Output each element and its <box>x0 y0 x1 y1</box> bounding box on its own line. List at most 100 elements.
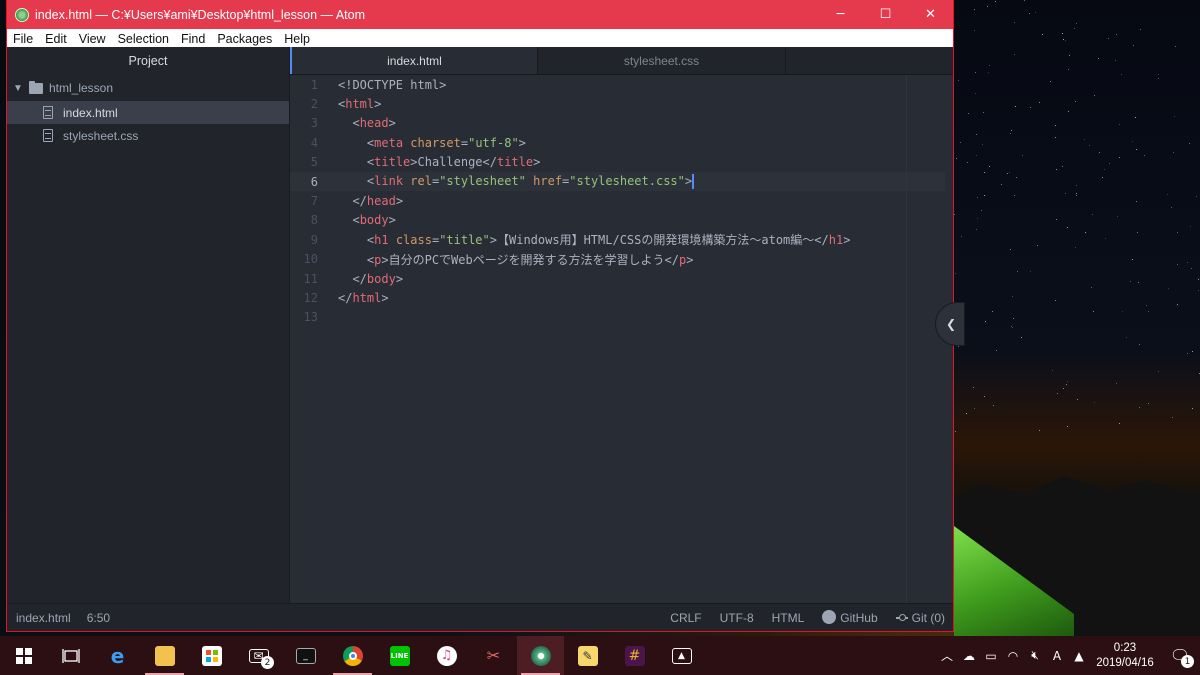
task-view-button[interactable] <box>47 636 94 675</box>
code-line[interactable]: 8 <body> <box>290 211 953 230</box>
taskbar-snipping-tool[interactable]: ✂ <box>470 636 517 675</box>
code-line[interactable]: 1 <!DOCTYPE html> <box>290 75 953 94</box>
line-text: <!DOCTYPE html> <box>338 77 447 92</box>
taskbar-mail[interactable]: ✉ 2 <box>235 636 282 675</box>
taskbar-terminal[interactable]: _ <box>282 636 329 675</box>
notification-badge: 1 <box>1181 655 1194 668</box>
tree-file-stylesheet-css[interactable]: stylesheet.css <box>7 124 289 147</box>
taskbar-photos[interactable]: ▲ <box>658 636 705 675</box>
pencil-notepad-icon: ✎ <box>577 645 598 666</box>
line-number: 10 <box>303 252 318 267</box>
taskbar-edge[interactable]: e <box>94 636 141 675</box>
code-editor[interactable]: 1 <!DOCTYPE html> 2 <html> 3 <head> 4 <meta c… <box>290 75 953 603</box>
line-number: 7 <box>310 194 318 209</box>
menu-edit[interactable]: Edit <box>39 32 73 46</box>
status-github[interactable]: GitHub <box>822 610 878 625</box>
code-line[interactable]: 4 <meta charset="utf-8"> <box>290 133 953 152</box>
wrap-guide <box>906 75 907 603</box>
taskbar: e ✉ 2 _ LINE ♫ ✂ ✎ # ▲ ︿ ☁ ▭ ◠ 🔇︎ A ▲ 0:2… <box>0 636 1200 675</box>
terminal-icon: _ <box>295 647 316 664</box>
tree-file-index-html[interactable]: index.html <box>7 101 289 124</box>
task-view-icon <box>61 648 80 663</box>
status-bar: index.html 6:50 CRLF UTF-8 HTML GitHub G… <box>7 603 953 631</box>
code-line[interactable]: 2 <html> <box>290 94 953 113</box>
menu-packages[interactable]: Packages <box>211 32 278 46</box>
volume-muted-icon[interactable]: 🔇︎ <box>1024 648 1046 663</box>
atom-icon <box>15 7 29 22</box>
desktop-wallpaper <box>954 0 1200 636</box>
maximize-button[interactable]: ☐ <box>863 0 908 29</box>
taskbar-file-explorer[interactable] <box>141 636 188 675</box>
code-line[interactable]: 13 <box>290 308 953 327</box>
windows-icon <box>15 647 32 664</box>
chevron-up-icon[interactable]: ︿ <box>936 647 958 664</box>
battery-icon[interactable]: ▭ <box>980 649 1002 663</box>
line-app-icon: LINE <box>389 645 410 666</box>
taskbar-slack[interactable]: # <box>611 636 658 675</box>
code-line[interactable]: 11 </body> <box>290 269 953 288</box>
scissors-icon: ✂ <box>486 646 501 665</box>
onedrive-cloud-icon[interactable]: ☁ <box>958 649 980 663</box>
status-git[interactable]: Git (0) <box>895 611 945 625</box>
tab-index-html[interactable]: index.html <box>290 47 538 74</box>
title-bar[interactable]: index.html — C:¥Users¥ami¥Desktop¥html_l… <box>7 0 953 29</box>
line-number: 4 <box>310 135 318 150</box>
window-title: index.html — C:¥Users¥ami¥Desktop¥html_l… <box>35 7 365 22</box>
line-number: 11 <box>303 271 318 286</box>
action-center-button[interactable]: 🗨︎ 1 <box>1160 636 1200 675</box>
taskbar-itunes[interactable]: ♫ <box>423 636 470 675</box>
ime-mode-icon[interactable]: A <box>1046 649 1068 663</box>
status-grammar[interactable]: HTML <box>772 611 805 625</box>
status-encoding[interactable]: UTF-8 <box>720 611 754 625</box>
taskbar-chrome[interactable] <box>329 636 376 675</box>
file-label: index.html <box>63 105 118 120</box>
code-line[interactable]: 5 <title>Challenge</title> <box>290 153 953 172</box>
line-text: <title>Challenge</title> <box>366 155 541 170</box>
menu-view[interactable]: View <box>73 32 112 46</box>
menu-find[interactable]: Find <box>175 32 211 46</box>
line-number: 5 <box>310 155 318 170</box>
clock-time: 0:23 <box>1113 641 1137 654</box>
system-tray: ︿ ☁ ▭ ◠ 🔇︎ A ▲ 0:23 2019/04/16 🗨︎ 1 <box>936 636 1200 675</box>
start-button[interactable] <box>0 636 47 675</box>
music-note-icon: ♫ <box>436 645 457 666</box>
taskbar-line[interactable]: LINE <box>376 636 423 675</box>
text-cursor <box>692 174 695 190</box>
line-number: 1 <box>310 77 318 92</box>
tab-stylesheet-css[interactable]: stylesheet.css <box>538 47 786 74</box>
status-file-name[interactable]: index.html <box>16 611 71 625</box>
mail-badge: 2 <box>261 656 274 669</box>
slack-icon: # <box>624 645 645 666</box>
status-line-ending[interactable]: CRLF <box>670 611 701 625</box>
line-number: 6 <box>310 174 318 189</box>
line-text: <body> <box>352 213 396 228</box>
tree-header: Project <box>128 54 168 68</box>
tree-folder-html-lesson[interactable]: ▼ html_lesson <box>7 75 289 101</box>
image-icon: ▲ <box>671 647 692 664</box>
taskbar-atom[interactable] <box>517 636 564 675</box>
wifi-icon[interactable]: ◠ <box>1002 649 1024 663</box>
chrome-icon <box>342 645 363 666</box>
line-text: </html> <box>338 290 389 305</box>
minimize-button[interactable]: ─ <box>818 0 863 29</box>
code-line[interactable]: 9 <h1 class="title">【Windows用】HTML/CSSの開… <box>290 230 953 249</box>
adobe-icon[interactable]: ▲ <box>1068 649 1090 663</box>
menu-file[interactable]: File <box>7 32 39 46</box>
git-commit-icon <box>895 613 908 621</box>
project-tree: Project ▼ html_lesson index.html stylesh… <box>7 47 290 603</box>
menu-selection[interactable]: Selection <box>112 32 175 46</box>
clock[interactable]: 0:23 2019/04/16 <box>1090 641 1160 671</box>
taskbar-store[interactable] <box>188 636 235 675</box>
code-line[interactable]: 12 </html> <box>290 288 953 307</box>
code-line[interactable]: 6 <link rel="stylesheet" href="styleshee… <box>290 171 945 192</box>
line-text: <link rel="stylesheet" href="stylesheet.… <box>366 174 695 190</box>
code-line[interactable]: 10 <p>自分のPCでWebページを開発する方法を学習しよう</p> <box>290 250 953 269</box>
code-line[interactable]: 7 </head> <box>290 191 953 210</box>
close-button[interactable]: ✕ <box>908 0 953 29</box>
taskbar-notepad[interactable]: ✎ <box>564 636 611 675</box>
menu-help[interactable]: Help <box>278 32 316 46</box>
code-line[interactable]: 3 <head> <box>290 114 953 133</box>
line-text: <html> <box>338 97 382 112</box>
status-cursor-position[interactable]: 6:50 <box>87 611 110 625</box>
folder-label: html_lesson <box>49 81 114 95</box>
